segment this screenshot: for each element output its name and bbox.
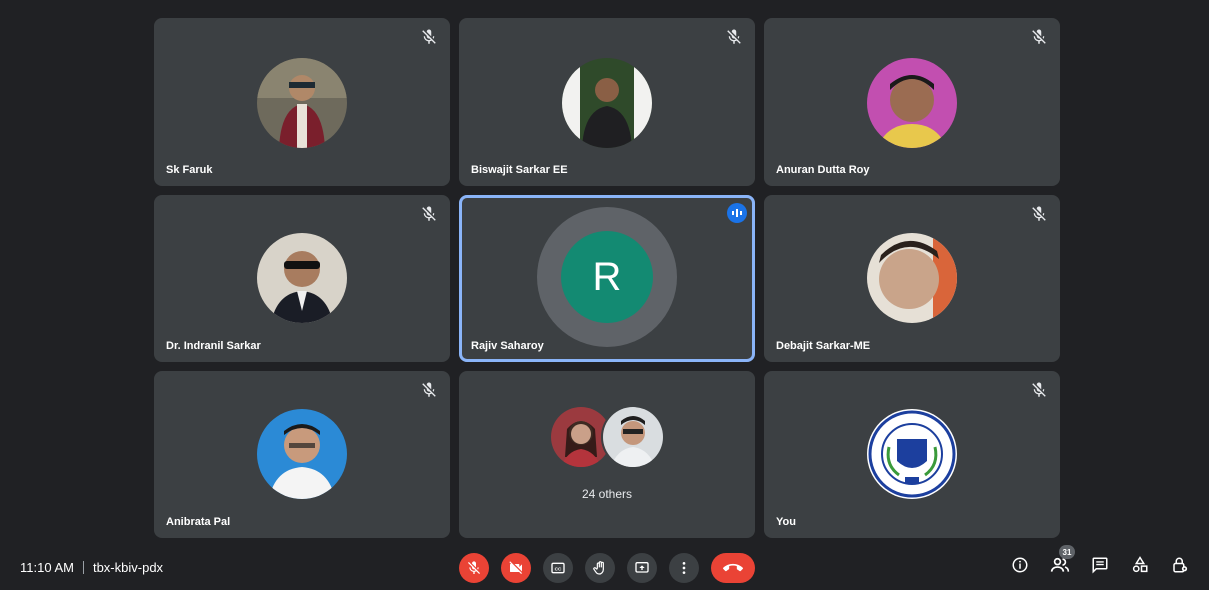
participant-tile[interactable]: Dr. Indranil Sarkar (154, 195, 450, 362)
people-count-badge: 31 (1059, 545, 1075, 559)
avatar (601, 405, 665, 469)
others-tile[interactable]: 24 others (459, 371, 755, 538)
participant-name: Anuran Dutta Roy (776, 164, 870, 176)
more-options-icon (682, 562, 686, 574)
self-tile[interactable]: You (764, 371, 1060, 538)
participant-name: Debajit Sarkar-ME (776, 340, 871, 352)
avatar (257, 233, 347, 323)
participant-name: You (776, 516, 796, 528)
speaking-indicator-icon (727, 203, 747, 223)
camera-toggle-button[interactable] (501, 553, 531, 583)
host-controls-button[interactable] (1169, 554, 1191, 576)
mic-off-icon (1032, 29, 1046, 44)
captions-button[interactable]: CC (543, 553, 573, 583)
chat-icon (1092, 557, 1108, 574)
end-call-button[interactable] (711, 553, 755, 583)
bottom-toolbar: 11:10 AM tbx-kbiv-pdx CC 31 (0, 544, 1209, 590)
call-controls: CC (459, 553, 755, 583)
mic-off-icon (422, 29, 436, 44)
people-button[interactable]: 31 (1049, 545, 1075, 576)
organization-logo (867, 409, 957, 499)
divider (82, 561, 84, 574)
participant-tile[interactable]: Sk Faruk (154, 18, 450, 186)
participant-name: Dr. Indranil Sarkar (166, 340, 261, 352)
mic-off-icon (1032, 382, 1046, 397)
avatar (867, 233, 957, 323)
mic-off-icon (422, 382, 436, 397)
raise-hand-button[interactable] (585, 553, 615, 583)
participant-grid: Sk Faruk Biswajit Sarkar EE Anuran Dutta… (154, 18, 1060, 538)
mic-off-icon (727, 29, 741, 44)
side-panel-controls: 31 (1009, 545, 1191, 576)
meeting-code: tbx-kbiv-pdx (92, 560, 164, 575)
clock-time: 11:10 AM (20, 560, 74, 575)
participant-tile[interactable]: Anibrata Pal (154, 371, 450, 538)
participant-tile[interactable]: Anuran Dutta Roy (764, 18, 1060, 186)
participant-name: Biswajit Sarkar EE (471, 164, 568, 176)
meeting-details-button[interactable] (1009, 554, 1031, 576)
info-icon (1012, 557, 1028, 573)
mic-off-icon (422, 206, 436, 221)
microphone-toggle-button[interactable] (459, 553, 489, 583)
avatar (562, 58, 652, 148)
captions-icon: CC (551, 562, 565, 574)
chat-button[interactable] (1089, 554, 1111, 576)
mic-off-icon (1032, 206, 1046, 221)
more-options-button[interactable] (669, 553, 699, 583)
participant-name: Rajiv Saharoy (471, 340, 544, 352)
participant-name: Anibrata Pal (166, 516, 231, 528)
avatar (867, 58, 957, 148)
end-call-icon (723, 563, 743, 572)
participant-tile-active-speaker[interactable]: R Rajiv Saharoy (459, 195, 755, 362)
meeting-info: 11:10 AM tbx-kbiv-pdx (20, 560, 163, 575)
others-count-label: 24 others (581, 487, 633, 501)
avatar-initial: R (561, 231, 653, 323)
raise-hand-icon (593, 561, 604, 575)
others-avatars (549, 405, 665, 469)
activities-icon (1132, 556, 1148, 573)
video-off-icon (509, 561, 522, 574)
participant-tile[interactable]: Biswajit Sarkar EE (459, 18, 755, 186)
meeting-stage: Sk Faruk Biswajit Sarkar EE Anuran Dutta… (0, 0, 1209, 590)
mic-off-icon (468, 561, 480, 574)
avatar (257, 58, 347, 148)
present-icon (635, 562, 649, 573)
present-screen-button[interactable] (627, 553, 657, 583)
participant-tile[interactable]: Debajit Sarkar-ME (764, 195, 1060, 362)
host-controls-icon (1173, 557, 1188, 573)
activities-button[interactable] (1129, 554, 1151, 576)
participant-name: Sk Faruk (166, 164, 213, 176)
avatar (257, 409, 347, 499)
svg-text:CC: CC (555, 566, 562, 571)
